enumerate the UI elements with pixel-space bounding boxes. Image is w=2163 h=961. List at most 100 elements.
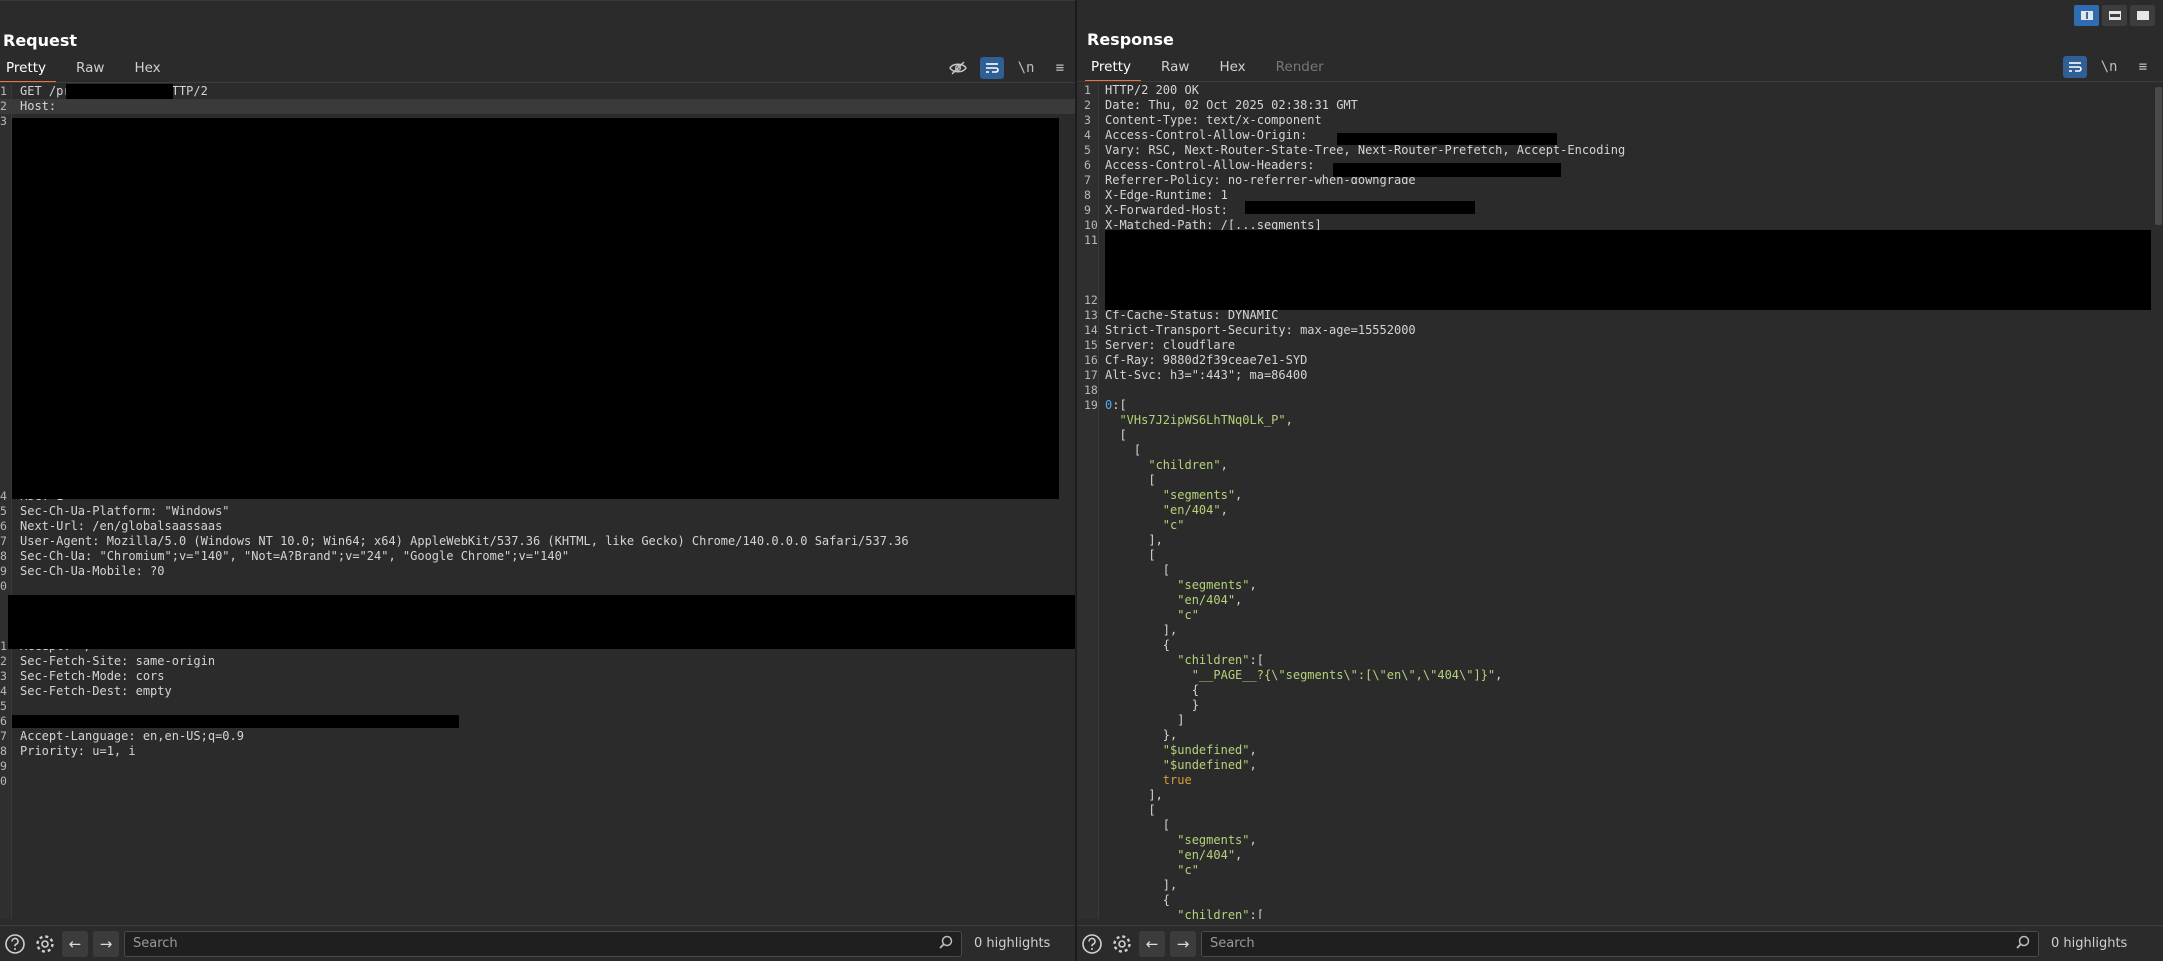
line-text: "children":[ <box>1105 653 1264 668</box>
response-scrollbar[interactable] <box>2154 83 2163 919</box>
line-number: 4 <box>1084 128 1091 142</box>
request-tab-raw[interactable]: Raw <box>70 57 114 83</box>
settings-gear-icon[interactable] <box>1109 931 1135 957</box>
line-text: Sec-Fetch-Mode: cors <box>20 669 165 683</box>
newline-toggle-icon[interactable]: \n <box>2097 56 2121 78</box>
request-toolbar: \n ≡ <box>946 57 1072 79</box>
line-text: Strict-Transport-Security: max-age=15552… <box>1105 323 1416 337</box>
search-icon[interactable] <box>2016 935 2030 953</box>
line-number: 0 <box>0 774 7 788</box>
layout-switcher <box>2074 5 2155 26</box>
json-punct: , <box>1235 848 1243 862</box>
settings-gear-icon[interactable] <box>32 931 58 957</box>
request-tab-hex[interactable]: Hex <box>128 57 170 83</box>
menu-icon[interactable]: ≡ <box>2131 56 2155 78</box>
line-text: "en/404", <box>1105 593 1242 608</box>
line-text: [ <box>1105 563 1170 578</box>
code-line: 7 Referrer-Policy: no-referrer-when-downg… <box>1077 173 2163 188</box>
search-icon[interactable] <box>939 935 953 953</box>
layout-tabs-icon[interactable] <box>2130 5 2155 26</box>
line-text: [ <box>1105 803 1156 818</box>
code-line: [ <box>1077 443 2163 458</box>
line-text: "en/404", <box>1105 848 1242 863</box>
request-search-input[interactable] <box>133 936 939 951</box>
line-text: "children", <box>1105 458 1227 473</box>
line-number: 6 <box>1084 158 1091 172</box>
line-text: true <box>1105 773 1192 788</box>
redacted-block <box>8 595 1075 649</box>
code-line: 17 Alt-Svc: h3=":443"; ma=86400 <box>1077 368 2163 383</box>
redacted-block <box>12 118 1059 499</box>
response-search-bar: ← → 0 highlights <box>1077 925 2163 961</box>
response-tab-raw[interactable]: Raw <box>1155 56 1199 82</box>
code-line: 6 Access-Control-Allow-Headers: <box>1077 158 2163 173</box>
code-line: 19 0:[ <box>1077 398 2163 413</box>
line-text: ], <box>1105 788 1162 803</box>
line-number: 5 <box>0 699 7 713</box>
previous-match-arrow-icon[interactable]: ← <box>1139 930 1165 957</box>
line-number: 3 <box>1084 113 1091 127</box>
json-string: "c" <box>1177 863 1199 877</box>
code-line: 7 User-Agent: Mozilla/5.0 (Windows NT 10.… <box>0 534 1075 549</box>
line-text: "segments", <box>1105 578 1256 593</box>
response-search-input[interactable] <box>1210 936 2016 951</box>
code-line: 4 Sec-Fetch-Dest: empty <box>0 684 1075 699</box>
line-number: 7 <box>0 729 7 743</box>
code-line: "c" <box>1077 608 2163 623</box>
line-text: Host: <box>20 99 64 113</box>
line-text: [ <box>1105 818 1170 833</box>
redacted-block <box>1245 201 1475 214</box>
json-punct <box>1105 908 1177 919</box>
json-punct: ], <box>1105 878 1178 892</box>
response-tab-hex[interactable]: Hex <box>1213 56 1255 82</box>
newline-toggle-icon[interactable]: \n <box>1014 57 1038 79</box>
json-punct: }, <box>1105 728 1178 742</box>
next-match-arrow-icon[interactable]: → <box>1170 930 1196 957</box>
layout-stacked-icon[interactable] <box>2102 5 2127 26</box>
next-match-arrow-icon[interactable]: → <box>93 930 119 957</box>
request-search-bar: ← → 0 highlights <box>0 925 1075 961</box>
request-tab-pretty[interactable]: Pretty <box>0 57 57 83</box>
line-text: Content-Type: text/x-component <box>1105 113 1322 127</box>
response-tab-render[interactable]: Render <box>1270 56 1334 82</box>
layout-side-by-side-icon[interactable] <box>2074 5 2099 26</box>
json-punct: [ <box>1105 803 1156 817</box>
previous-match-arrow-icon[interactable]: ← <box>62 930 88 957</box>
response-editor[interactable]: 1 HTTP/2 200 OK 2 Date: Thu, 02 Oct 2025 02… <box>1077 83 2163 919</box>
request-search-field[interactable] <box>124 930 962 957</box>
json-punct: , <box>1249 758 1257 772</box>
help-icon[interactable] <box>2 931 28 957</box>
code-line: "$undefined", <box>1077 758 2163 773</box>
response-search-field[interactable] <box>1201 930 2039 957</box>
code-line: }, <box>1077 728 2163 743</box>
line-text: HTTP/2 200 OK <box>1105 83 1199 97</box>
json-punct: [ <box>1105 563 1171 577</box>
help-icon[interactable] <box>1079 931 1105 957</box>
response-tabs: Pretty Raw Hex Render <box>1085 56 1348 82</box>
redacted-block <box>66 84 173 99</box>
line-number: 5 <box>1084 143 1091 157</box>
code-line: [ <box>1077 428 2163 443</box>
json-punct <box>1105 593 1177 607</box>
response-scroll-thumb[interactable] <box>2155 87 2162 225</box>
json-punct: , <box>1249 743 1257 757</box>
line-text: Access-Control-Allow-Origin: <box>1105 128 1315 142</box>
code-line: "children":[ <box>1077 653 2163 668</box>
line-number: 12 <box>1084 293 1098 307</box>
wrap-lines-icon[interactable] <box>980 57 1004 79</box>
line-text: } <box>1105 698 1199 713</box>
request-pane: Request Pretty Raw Hex \n ≡ 1GET /privac… <box>0 0 1075 961</box>
hide-eye-icon[interactable] <box>946 57 970 79</box>
wrap-lines-icon[interactable] <box>2063 56 2087 78</box>
line-text: [ <box>1105 473 1155 488</box>
json-string: "segments" <box>1177 578 1250 592</box>
code-line: 0 <box>0 774 1075 789</box>
response-tab-pretty[interactable]: Pretty <box>1085 56 1142 82</box>
menu-icon[interactable]: ≡ <box>1048 57 1072 79</box>
json-punct <box>1105 458 1148 472</box>
request-editor[interactable]: 1GET /privacy/en/404 HTTP/22Host: 34Rsc:… <box>0 84 1075 919</box>
line-text: User-Agent: Mozilla/5.0 (Windows NT 10.0… <box>20 534 909 548</box>
line-text: "$undefined", <box>1105 758 1257 773</box>
code-line: 5 Sec-Ch-Ua-Platform: "Windows" <box>0 504 1075 519</box>
json-string: "c" <box>1162 518 1185 532</box>
